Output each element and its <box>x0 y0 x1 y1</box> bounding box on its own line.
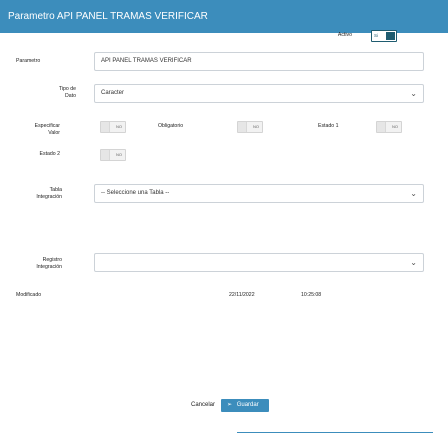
tabla-integracion-label-line1: Tabla <box>49 187 62 193</box>
parametro-input[interactable]: API PANEL TRAMAS VERIFICAR <box>94 52 424 71</box>
obligatorio-toggle-text: NO <box>253 124 259 129</box>
modificado-date: 22/11/2022 <box>229 292 255 298</box>
cancel-button[interactable]: Cancelar <box>189 399 217 412</box>
tipo-dato-value: Caracter <box>101 90 125 96</box>
tabla-integracion-select[interactable]: -- Seleccione una Tabla -- ⌄ <box>94 184 424 203</box>
save-icon: ➢ <box>227 402 233 408</box>
window-title: Parametro API PANEL TRAMAS VERIFICAR <box>8 11 208 22</box>
tabla-integracion-label-line2: Integración <box>36 194 62 200</box>
bottom-divider <box>237 432 433 433</box>
toggle-knob <box>386 32 395 40</box>
estado1-toggle[interactable]: NO <box>376 121 402 133</box>
toggle-knob <box>101 150 110 160</box>
toggle-knob <box>238 122 247 132</box>
tipo-dato-select[interactable]: Caracter ⌄ <box>94 84 424 103</box>
registro-integracion-label-line1: Registro <box>42 257 62 263</box>
activo-label: Activo <box>337 32 352 38</box>
estado1-label: Estado 1 <box>318 123 339 129</box>
estado2-toggle-text: NO <box>116 152 122 157</box>
toggle-knob <box>101 122 110 132</box>
save-button-label: Guardar <box>236 402 259 408</box>
parametro-label: Parametro <box>16 58 41 64</box>
estado2-label: Estado 2 <box>39 151 60 157</box>
estado2-toggle[interactable]: NO <box>100 149 126 161</box>
registro-integracion-select[interactable]: ⌄ <box>94 253 424 272</box>
window-title-bar: Parametro API PANEL TRAMAS VERIFICAR <box>0 0 448 33</box>
modificado-label: Modificado <box>16 292 42 298</box>
chevron-down-icon: ⌄ <box>410 89 417 98</box>
save-button[interactable]: ➢ Guardar <box>221 399 269 412</box>
estado1-toggle-text: NO <box>392 124 398 129</box>
especificar-valor-toggle-text: NO <box>116 124 122 129</box>
obligatorio-toggle[interactable]: NO <box>237 121 263 133</box>
especificar-valor-label-line1: Especificar <box>34 123 60 129</box>
registro-integracion-label-line2: Integración <box>36 264 62 270</box>
cancel-button-label: Cancelar <box>190 402 215 408</box>
modificado-time: 10:25:08 <box>301 292 322 298</box>
parametro-value: API PANEL TRAMAS VERIFICAR <box>101 58 192 64</box>
activo-toggle-text: Si <box>374 33 379 38</box>
tipo-dato-label-line1: Tipo de <box>58 86 76 92</box>
tipo-dato-label-line2: Dato <box>65 93 76 99</box>
chevron-down-icon: ⌄ <box>410 189 417 198</box>
tabla-integracion-value: -- Seleccione una Tabla -- <box>101 190 170 196</box>
especificar-valor-toggle[interactable]: NO <box>100 121 126 133</box>
chevron-down-icon: ⌄ <box>410 258 417 267</box>
toggle-knob <box>377 122 386 132</box>
especificar-valor-label-line2: Valor <box>48 130 60 136</box>
obligatorio-label: Obligatorio <box>158 123 184 129</box>
activo-toggle[interactable]: Si <box>371 30 397 42</box>
